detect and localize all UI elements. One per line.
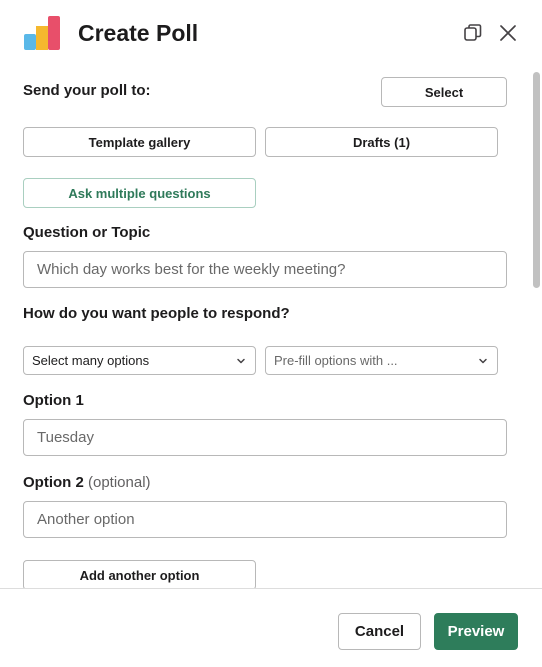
bar-chart-logo-icon (24, 16, 60, 50)
modal-title: Create Poll (78, 20, 199, 46)
option-2-label: Option 2 (optional) (23, 474, 151, 491)
ask-multiple-questions-button[interactable]: Ask multiple questions (23, 178, 256, 208)
option-2-label-text: Option 2 (23, 474, 84, 491)
prefill-options-select[interactable]: Pre-fill options with ... (265, 346, 498, 375)
modal-footer: Cancel Preview (0, 588, 542, 667)
question-label: Question or Topic (23, 224, 151, 241)
add-another-option-button[interactable]: Add another option (23, 560, 256, 588)
preview-button[interactable]: Preview (434, 613, 518, 650)
cancel-button[interactable]: Cancel (338, 613, 421, 650)
response-type-value: Select many options (32, 353, 150, 368)
optional-hint: (optional) (88, 474, 151, 491)
option-2-input[interactable]: Another option (23, 501, 507, 538)
drafts-button[interactable]: Drafts (1) (265, 127, 498, 157)
modal-header: Create Poll (0, 0, 542, 70)
prefill-placeholder: Pre-fill options with ... (274, 353, 398, 368)
send-to-label: Send your poll to: (23, 82, 151, 99)
question-input[interactable]: Which day works best for the weekly meet… (23, 251, 507, 288)
template-gallery-button[interactable]: Template gallery (23, 127, 256, 157)
close-icon[interactable] (497, 22, 519, 44)
select-recipients-button[interactable]: Select (381, 77, 507, 107)
chevron-down-icon (237, 358, 245, 364)
respond-label: How do you want people to respond? (23, 305, 290, 322)
modal-body: Send your poll to: Select Template galle… (0, 70, 530, 588)
response-type-select[interactable]: Select many options (23, 346, 256, 375)
scrollbar-thumb[interactable] (533, 72, 540, 288)
option-1-label: Option 1 (23, 392, 84, 409)
option-1-input[interactable]: Tuesday (23, 419, 507, 456)
window-copy-icon[interactable] (462, 22, 484, 44)
chevron-down-icon (479, 358, 487, 364)
